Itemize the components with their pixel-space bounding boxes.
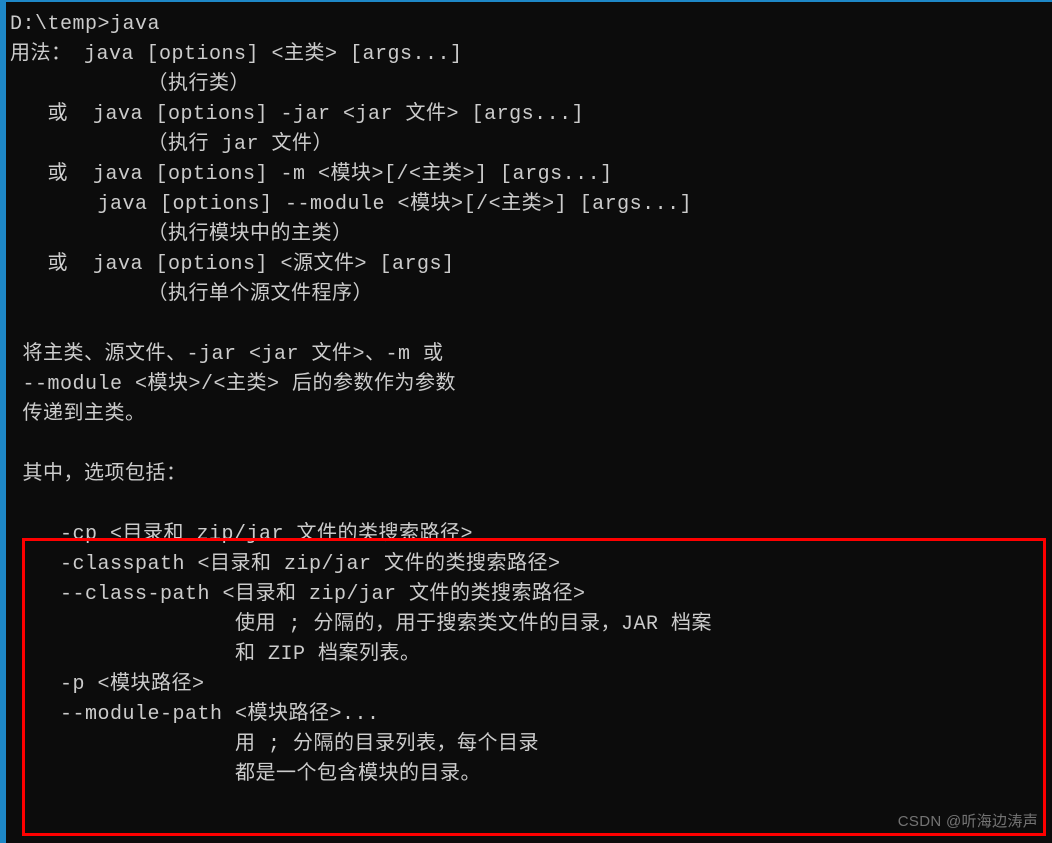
terminal-line: --class-path <目录和 zip/jar 文件的类搜索路径> xyxy=(10,580,1048,610)
terminal-line: 都是一个包含模块的目录。 xyxy=(10,760,1048,790)
terminal-line: --module-path <模块路径>... xyxy=(10,700,1048,730)
terminal-line: （执行模块中的主类） xyxy=(10,220,1048,250)
terminal-line: （执行单个源文件程序） xyxy=(10,280,1048,310)
terminal-line: 用法： java [options] <主类> [args...] xyxy=(10,40,1048,70)
terminal-line: 其中，选项包括： xyxy=(10,460,1048,490)
terminal-line: 用 ; 分隔的目录列表，每个目录 xyxy=(10,730,1048,760)
terminal-line: -cp <目录和 zip/jar 文件的类搜索路径> xyxy=(10,520,1048,550)
terminal-output: D:\temp>java用法： java [options] <主类> [arg… xyxy=(6,2,1052,798)
terminal-line: -classpath <目录和 zip/jar 文件的类搜索路径> xyxy=(10,550,1048,580)
watermark: CSDN @听海边涛声 xyxy=(898,811,1038,834)
terminal-line: （执行 jar 文件） xyxy=(10,130,1048,160)
terminal-line: 传递到主类。 xyxy=(10,400,1048,430)
terminal-line: 或 java [options] -m <模块>[/<主类>] [args...… xyxy=(10,160,1048,190)
terminal-line: -p <模块路径> xyxy=(10,670,1048,700)
terminal-line xyxy=(10,430,1048,460)
terminal-line xyxy=(10,490,1048,520)
terminal-line: 使用 ; 分隔的，用于搜索类文件的目录，JAR 档案 xyxy=(10,610,1048,640)
terminal-line xyxy=(10,310,1048,340)
terminal-line: 将主类、源文件、-jar <jar 文件>、-m 或 xyxy=(10,340,1048,370)
terminal-line: java [options] --module <模块>[/<主类>] [arg… xyxy=(10,190,1048,220)
terminal-line: --module <模块>/<主类> 后的参数作为参数 xyxy=(10,370,1048,400)
terminal-line: D:\temp>java xyxy=(10,10,1048,40)
terminal-line: 或 java [options] -jar <jar 文件> [args...] xyxy=(10,100,1048,130)
terminal-line: 和 ZIP 档案列表。 xyxy=(10,640,1048,670)
terminal-line: （执行类） xyxy=(10,70,1048,100)
terminal-line: 或 java [options] <源文件> [args] xyxy=(10,250,1048,280)
